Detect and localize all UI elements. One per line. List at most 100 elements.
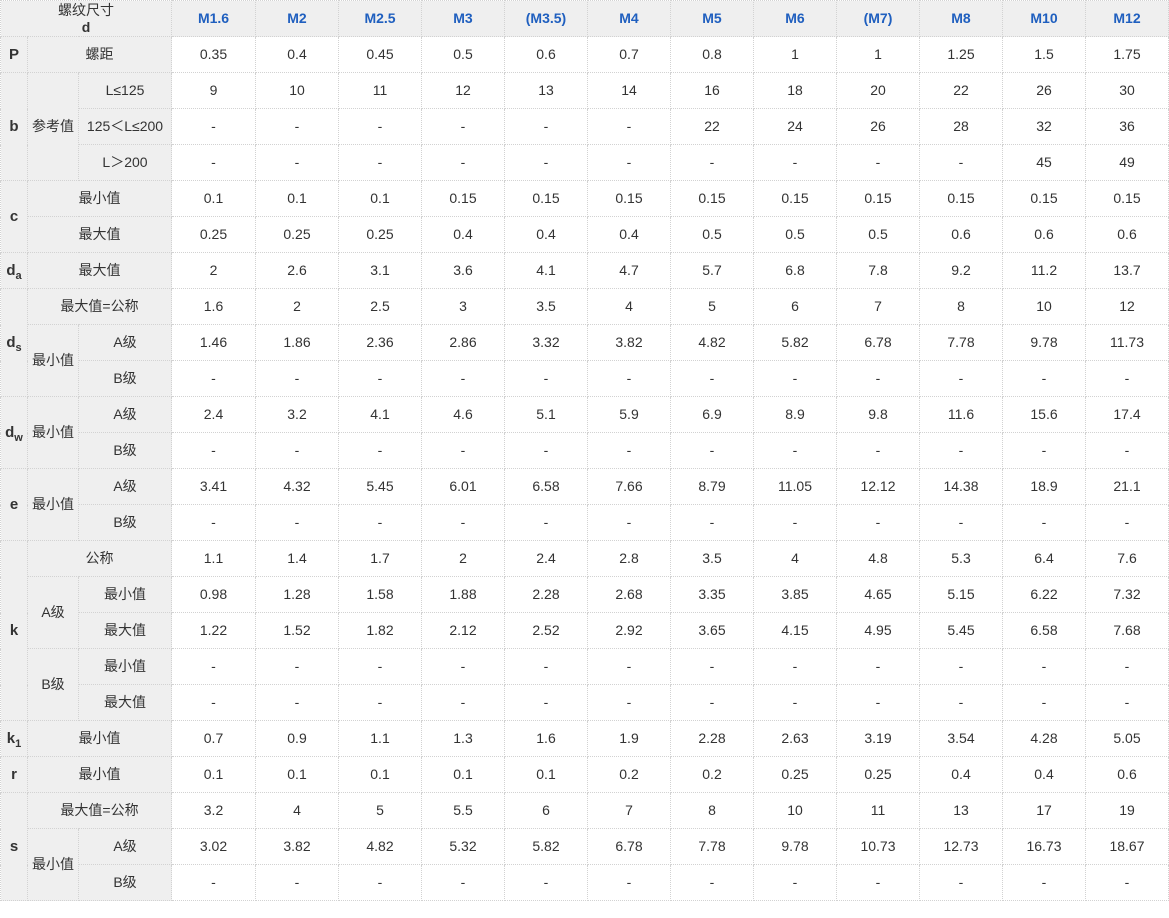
- value-cell-s-a: 10.73: [836, 828, 920, 865]
- value-cell-s-b: -: [504, 864, 588, 901]
- value-cell-s-b: -: [670, 864, 754, 901]
- value-cell-pitch: 0.5: [421, 36, 505, 73]
- value-cell-k1: 0.7: [171, 720, 256, 757]
- size-header-cell: M12: [1085, 0, 1169, 37]
- row-dw-b: B级 ------------: [1, 432, 1169, 469]
- row-da: da 最大值 2 2.6 3.1 3.6 4.1 4.7 5.7 6.8 7.8 9.2 11.2 1…: [0, 252, 1169, 289]
- value-cell-s-nominal: 5.5: [421, 792, 505, 829]
- value-cell-ds-nominal: 2.5: [338, 288, 422, 325]
- value-cell-ds-b: -: [836, 360, 920, 397]
- value-cell-r: 0.25: [836, 756, 920, 793]
- value-cell-k-nominal: 1.1: [171, 540, 256, 577]
- symbol-ds: ds: [0, 288, 28, 397]
- value-cell-s-b: -: [171, 864, 256, 901]
- label-k-a-min: 最小值: [78, 576, 172, 613]
- value-cell-k-b-min: -: [171, 648, 256, 685]
- symbol-dw-sub: w: [14, 432, 23, 444]
- value-cell-pitch: 0.7: [587, 36, 671, 73]
- value-cell-c-min: 0.1: [255, 180, 339, 217]
- value-cell-s-nominal: 13: [919, 792, 1003, 829]
- value-cell-e-a: 14.38: [919, 468, 1003, 505]
- value-cell-pitch: 0.8: [670, 36, 754, 73]
- row-s-b: B级 ------------: [1, 864, 1169, 901]
- value-cell-e-a: 21.1: [1085, 468, 1169, 505]
- value-cell-ds-a: 4.82: [670, 324, 754, 361]
- row-k-b-min: B级 最小值 ------------: [1, 648, 1169, 721]
- value-cell-r: 0.4: [1002, 756, 1086, 793]
- value-cell-s-a: 5.82: [504, 828, 588, 865]
- value-cell-k-a-min: 1.58: [338, 576, 422, 613]
- value-cell-k-b-max: -: [1085, 684, 1169, 721]
- value-cell-b-over200: -: [836, 144, 920, 181]
- value-cell-b-l200: 22: [670, 108, 754, 145]
- value-cell-k-nominal: 4: [753, 540, 837, 577]
- value-cell-k-a-max: 5.45: [919, 612, 1003, 649]
- value-cell-e-a: 7.66: [587, 468, 671, 505]
- value-cell-b-l200: -: [255, 108, 339, 145]
- value-cell-s-a: 12.73: [919, 828, 1003, 865]
- symbol-k1-sub: 1: [15, 738, 22, 750]
- value-cell-s-nominal: 10: [753, 792, 837, 829]
- value-cell-k-a-max: 2.12: [421, 612, 505, 649]
- value-cell-k-a-min: 1.88: [421, 576, 505, 613]
- value-cell-pitch: 1.75: [1085, 36, 1169, 73]
- value-cell-dw-a: 15.6: [1002, 396, 1086, 433]
- row-k-a-min: A级 最小值 0.98 1.28 1.58 1.88 2.28 2.68 3.35 3.85 4…: [1, 576, 1169, 649]
- row-c-min: c 最小值 0.1 0.1 0.1 0.15 0.15 0.15 0.15 0.15 0.15 0…: [0, 180, 1169, 253]
- value-cell-b-l200: -: [504, 108, 588, 145]
- value-cell-c-min: 0.15: [421, 180, 505, 217]
- value-cell-k-b-min: -: [587, 648, 671, 685]
- label-e-b: B级: [78, 504, 172, 541]
- value-cell-b-over200: 45: [1002, 144, 1086, 181]
- label-k-b-min: 最小值: [78, 648, 172, 685]
- value-cell-b-over200: -: [753, 144, 837, 181]
- value-cell-dw-b: -: [255, 432, 339, 469]
- value-cell-k-b-max: -: [504, 684, 588, 721]
- size-header-cell: (M3.5): [504, 0, 588, 37]
- value-cell-e-b: -: [421, 504, 505, 541]
- value-cell-c-min: 0.15: [670, 180, 754, 217]
- value-cell-k1: 1.3: [421, 720, 505, 757]
- value-cell-s-nominal: 3.2: [171, 792, 256, 829]
- label-ds-b: B级: [78, 360, 172, 397]
- value-cell-c-min: 0.15: [1002, 180, 1086, 217]
- value-cell-b-l125: 26: [1002, 72, 1086, 109]
- value-cell-r: 0.1: [504, 756, 588, 793]
- value-cell-s-a: 18.67: [1085, 828, 1169, 865]
- value-cell-da: 7.8: [836, 252, 920, 289]
- value-cell-k1: 3.19: [836, 720, 920, 757]
- symbol-dw-main: d: [5, 424, 15, 441]
- value-cell-dw-a: 17.4: [1085, 396, 1169, 433]
- value-cell-k-a-max: 3.65: [670, 612, 754, 649]
- value-cell-dw-a: 4.1: [338, 396, 422, 433]
- row-b-over200: L＞200 - - - - - - - - - -45 49: [1, 144, 1169, 181]
- value-cell-c-max: 0.5: [753, 216, 837, 253]
- row-r: r 最小值 0.1 0.1 0.1 0.1 0.1 0.2 0.2 0.25 0.25 0.4 0.…: [0, 756, 1169, 793]
- label-dw-b: B级: [78, 432, 172, 469]
- value-cell-e-a: 8.79: [670, 468, 754, 505]
- size-header-cell: M3: [421, 0, 505, 37]
- value-cell-r: 0.1: [255, 756, 339, 793]
- value-cell-s-a: 3.02: [171, 828, 256, 865]
- value-cell-k1: 4.28: [1002, 720, 1086, 757]
- value-cell-b-l125: 20: [836, 72, 920, 109]
- value-cell-k-b-min: -: [836, 648, 920, 685]
- value-cell-da: 2.6: [255, 252, 339, 289]
- label-b-l200: 125＜L≤200: [78, 108, 172, 145]
- value-cell-k1: 2.63: [753, 720, 837, 757]
- size-header-cell: M1.6: [171, 0, 256, 37]
- value-cell-c-min: 0.15: [836, 180, 920, 217]
- value-cell-k1: 5.05: [1085, 720, 1169, 757]
- symbol-da: da: [0, 252, 28, 289]
- value-cell-e-b: -: [753, 504, 837, 541]
- value-cell-pitch: 0.4: [255, 36, 339, 73]
- value-cell-b-l125: 14: [587, 72, 671, 109]
- value-cell-c-max: 0.4: [504, 216, 588, 253]
- value-cell-pitch: 1: [836, 36, 920, 73]
- value-cell-c-max: 0.25: [338, 216, 422, 253]
- value-cell-k-a-max: 4.95: [836, 612, 920, 649]
- value-cell-ds-a: 11.73: [1085, 324, 1169, 361]
- header-row: 螺纹尺寸 d M1.6 M2 M2.5 M3 (M3.5) M4 M5 M6 (M7) M8 M10…: [0, 0, 1169, 37]
- label-k-a-max: 最大值: [78, 612, 172, 649]
- symbol-dw: dw: [0, 396, 28, 469]
